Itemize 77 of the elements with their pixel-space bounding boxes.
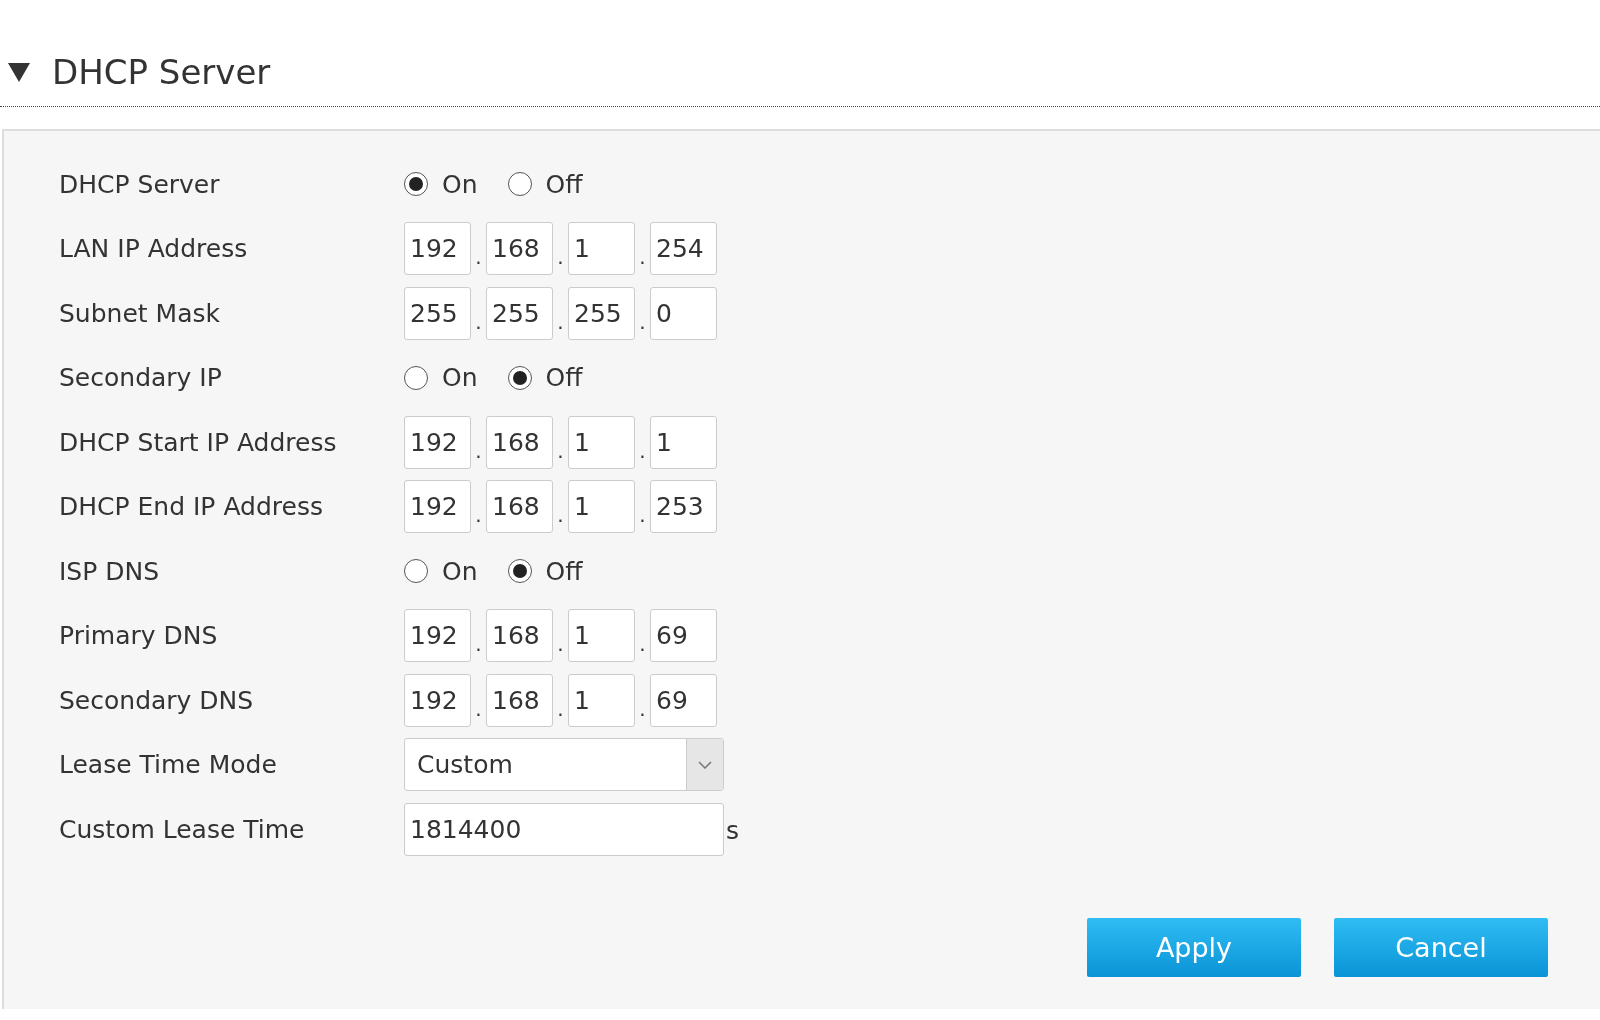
input-field[interactable]: 1814400	[404, 802, 724, 856]
dot-separator: .	[556, 632, 565, 659]
field-label: Subnet Mask	[59, 298, 221, 328]
radio-button[interactable]	[507, 365, 532, 390]
field-label: DHCP Server	[59, 169, 221, 199]
dot-separator: .	[638, 632, 647, 659]
ip-octet-field[interactable]: 168	[486, 609, 553, 663]
ip-octet-field[interactable]: 253	[650, 480, 717, 534]
dot-separator: .	[474, 438, 483, 465]
ip-octet-field[interactable]: 168	[486, 673, 553, 727]
field-label: DHCP Start IP Address	[59, 427, 338, 457]
radio-option[interactable]: On	[404, 169, 478, 199]
field-label: DHCP End IP Address	[59, 492, 324, 522]
radio-option[interactable]: Off	[507, 363, 583, 393]
dot-separator: .	[638, 696, 647, 723]
ip-octet-field[interactable]: 192	[404, 480, 471, 534]
ip-octet-field[interactable]: 1	[568, 673, 635, 727]
section-title: DHCP Server	[52, 52, 271, 92]
dot-separator: .	[474, 309, 483, 336]
radio-option[interactable]: On	[404, 363, 478, 393]
ip-octet-field[interactable]: 1	[568, 609, 635, 663]
dot-separator: .	[474, 245, 483, 272]
ip-octet-field[interactable]: 168	[486, 222, 553, 276]
dot-separator: .	[638, 245, 647, 272]
field-label: Secondary DNS	[59, 685, 255, 715]
dot-separator: .	[638, 309, 647, 336]
radio-option[interactable]: On	[404, 556, 478, 586]
chevron-down-icon	[698, 760, 712, 769]
dot-separator: .	[556, 438, 565, 465]
ip-octet-field[interactable]: 168	[486, 480, 553, 534]
field-label: Custom Lease Time	[59, 814, 306, 844]
radio-label: On	[442, 363, 478, 393]
ip-octet-field[interactable]: 1	[650, 415, 717, 469]
field-label: ISP DNS	[59, 556, 161, 586]
field-label: Primary DNS	[59, 621, 219, 651]
ip-octet-field[interactable]: 69	[650, 673, 717, 727]
radio-button[interactable]	[404, 172, 428, 197]
ip-octet-field[interactable]: 192	[404, 609, 471, 663]
dot-separator: .	[556, 696, 565, 723]
ip-octet-field[interactable]: 192	[404, 673, 471, 727]
radio-label: On	[442, 556, 478, 586]
radio-button[interactable]	[404, 365, 428, 390]
ip-octet-field[interactable]: 0	[650, 286, 717, 340]
field-label: LAN IP Address	[59, 234, 249, 264]
dot-separator: .	[556, 309, 565, 336]
ip-octet-field[interactable]: 1	[568, 415, 635, 469]
ip-octet-field[interactable]: 1	[568, 480, 635, 534]
ip-octet-field[interactable]: 192	[404, 222, 471, 276]
ip-octet-field[interactable]: 255	[404, 286, 471, 340]
radio-label: Off	[545, 169, 583, 199]
dot-separator: .	[474, 696, 483, 723]
radio-label: Off	[545, 556, 583, 586]
radio-button[interactable]	[507, 172, 532, 197]
unit-label: s	[726, 814, 740, 845]
field-label: Secondary IP	[59, 363, 223, 393]
ip-octet-field[interactable]: 255	[568, 286, 635, 340]
dot-separator: .	[474, 503, 483, 530]
ip-octet-field[interactable]: 69	[650, 609, 717, 663]
radio-button[interactable]	[404, 559, 428, 584]
dot-separator: .	[556, 245, 565, 272]
dropdown[interactable]: Custom	[404, 738, 724, 792]
ip-octet-field[interactable]: 168	[486, 415, 553, 469]
radio-label: Off	[545, 363, 583, 393]
ip-octet-field[interactable]: 255	[486, 286, 553, 340]
dot-separator: .	[556, 503, 565, 530]
collapse-triangle-icon[interactable]	[8, 62, 30, 82]
ip-octet-field[interactable]: 1	[568, 222, 635, 276]
dot-separator: .	[638, 503, 647, 530]
radio-label: On	[442, 169, 478, 199]
radio-button[interactable]	[507, 559, 532, 584]
dot-separator: .	[474, 632, 483, 659]
radio-option[interactable]: Off	[507, 169, 583, 199]
ip-octet-field[interactable]: 254	[650, 222, 717, 276]
ip-octet-field[interactable]: 192	[404, 415, 471, 469]
field-label: Lease Time Mode	[59, 750, 278, 780]
dot-separator: .	[638, 438, 647, 465]
radio-option[interactable]: Off	[507, 556, 583, 586]
